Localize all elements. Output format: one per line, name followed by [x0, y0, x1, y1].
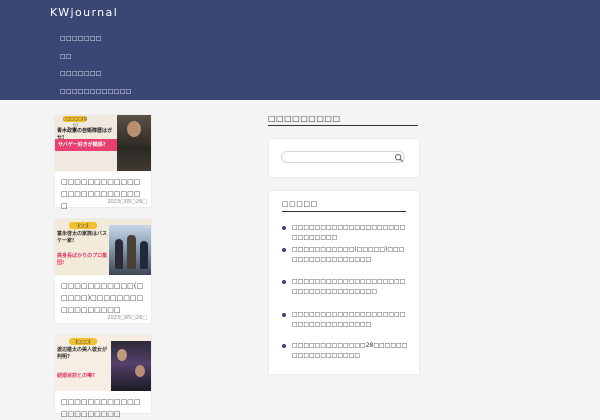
thumbnail-chip: 【□□】: [69, 222, 97, 229]
bullet-icon: [282, 248, 286, 252]
recent-post-link[interactable]: □□□□□□□□□□□□□28□□□□□□□□□□□□□□□□□□: [292, 341, 410, 361]
thumbnail-face: [135, 365, 145, 377]
divider: [282, 211, 406, 212]
post-card[interactable]: 【□□】 富永啓太の家族はバスケ一家! 高身長ばかりのプロ集団! □□□□□□□…: [54, 218, 152, 324]
bullet-icon: [282, 313, 286, 317]
bullet-icon: [282, 280, 286, 284]
search-input[interactable]: [281, 151, 405, 163]
post-thumbnail[interactable]: 【□□□】 渡辺雄太の美人彼女が判明? 結婚目前との噂?: [55, 335, 151, 391]
thumbnail-photo: [111, 341, 151, 391]
recent-post-link[interactable]: □□□□□□□□□□□(□□□□□)□□□□□□□□□□□□□□□□□: [292, 245, 410, 265]
recent-post-item[interactable]: □□□□□□□□□□□(□□□□□)□□□□□□□□□□□□□□□□□: [282, 245, 410, 265]
post-date: 2023□05□26□: [107, 315, 147, 321]
post-card[interactable]: 【□□□】 渡辺雄太の美人彼女が判明? 結婚目前との噂? □□□□□□□□□□□…: [54, 334, 152, 418]
thumbnail-figure: [140, 241, 148, 269]
thumbnail-headline: 渡辺雄太の美人彼女が判明?: [57, 347, 108, 360]
search-widget-title: □□□□□□□□□: [268, 114, 341, 123]
recent-post-link[interactable]: □□□□□□□□□□□□□□□□□□□□□□□□□□□□: [292, 223, 410, 243]
thumbnail-chip: 【□□□】: [69, 338, 97, 345]
recent-post-item[interactable]: □□□□□□□□□□□□□28□□□□□□□□□□□□□□□□□□: [282, 341, 410, 361]
post-card[interactable]: □□□□□(なら) 青木政憲の自衛隊歴はガセ! サバゲー好きが関係? □□□□□…: [54, 114, 152, 210]
thumbnail-subheadline: 高身長ばかりのプロ集団!: [57, 253, 108, 266]
thumbnail-chip: □□□□□(なら): [63, 116, 88, 127]
thumbnail-face: [117, 349, 127, 361]
nav-item-4[interactable]: □□□□□□□□□□□□: [60, 83, 132, 101]
nav-item-3[interactable]: □□□□□□□: [60, 65, 132, 83]
thumbnail-headline: 富永啓太の家族はバスケ一家!: [57, 231, 108, 244]
thumbnail-face: [127, 121, 141, 137]
recent-posts-title: □□□□□: [282, 200, 318, 208]
site-title[interactable]: KWjournal: [50, 6, 118, 19]
search-icon[interactable]: [394, 153, 404, 163]
thumbnail-subheadline: 結婚目前との噂?: [57, 373, 95, 379]
post-title[interactable]: □□□□□□□□□□□(□□□□□)□□□□□□□□□□□□□□□□□: [55, 275, 151, 316]
search-widget: [268, 138, 420, 178]
divider: [268, 125, 418, 126]
site-header: KWjournal □□□□□□□ □□ □□□□□□□ □□□□□□□□□□□…: [0, 0, 600, 100]
thumbnail-figure: [115, 239, 123, 269]
thumbnail-figure: [127, 235, 136, 269]
bullet-icon: [282, 344, 286, 348]
recent-post-link[interactable]: □□□□□□□□□□□□□□□□□□□□□□□□□□□□□□□□□□: [292, 310, 410, 330]
recent-posts-widget: □□□□□ □□□□□□□□□□□□□□□□□□□□□□□□□□□□ □□□□□…: [268, 190, 420, 375]
post-title[interactable]: □□□□□□□□□□□□□□□□□□□□□: [55, 391, 151, 420]
recent-post-item[interactable]: □□□□□□□□□□□□□□□□□□□□□□□□□□□□□□□□□□□: [282, 277, 410, 297]
post-thumbnail[interactable]: 【□□】 富永啓太の家族はバスケ一家! 高身長ばかりのプロ集団!: [55, 219, 151, 275]
bullet-icon: [282, 226, 286, 230]
post-date: 2023□05□26□: [107, 199, 147, 205]
nav-item-2[interactable]: □□: [60, 48, 132, 66]
recent-post-item[interactable]: □□□□□□□□□□□□□□□□□□□□□□□□□□□□: [282, 223, 410, 243]
post-title[interactable]: □□□□□□□□□□□□□□□□□□□□□□□□□: [55, 171, 151, 212]
recent-post-item[interactable]: □□□□□□□□□□□□□□□□□□□□□□□□□□□□□□□□□□: [282, 310, 410, 330]
main-nav: □□□□□□□ □□ □□□□□□□ □□□□□□□□□□□□: [60, 30, 132, 100]
recent-post-link[interactable]: □□□□□□□□□□□□□□□□□□□□□□□□□□□□□□□□□□□: [292, 277, 410, 297]
thumbnail-band: サバゲー好きが関係?: [55, 139, 119, 151]
post-thumbnail[interactable]: □□□□□(なら) 青木政憲の自衛隊歴はガセ! サバゲー好きが関係?: [55, 115, 151, 171]
nav-item-1[interactable]: □□□□□□□: [60, 30, 132, 48]
